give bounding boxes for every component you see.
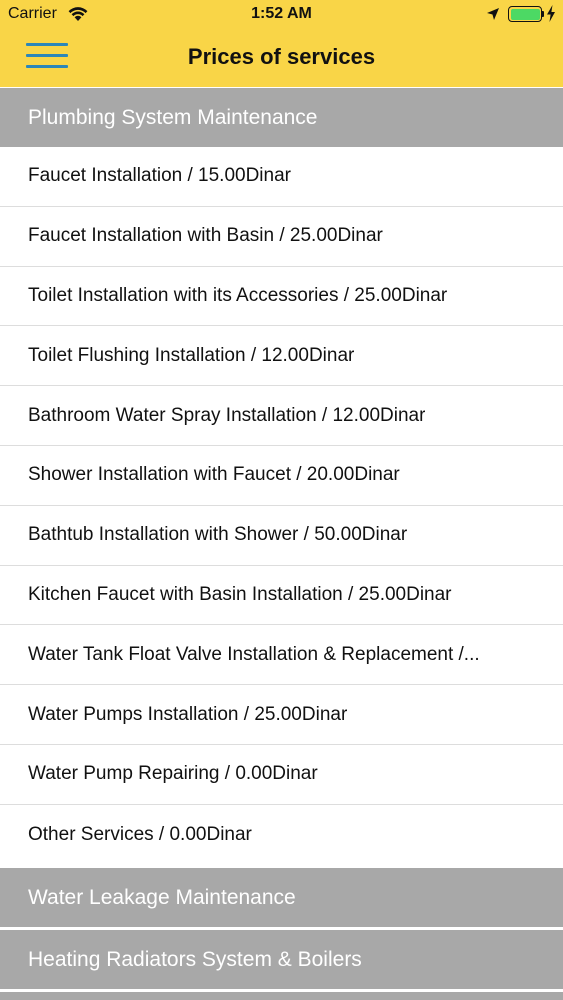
navigation-bar: Carrier 1:52 AM Prices of services [0,0,563,87]
list-item[interactable]: Bathroom Water Spray Installation / 12.0… [0,386,563,446]
section-title: Heating Radiators System & Boilers [28,947,362,971]
battery-tip [542,11,544,17]
carrier-name: Carrier [8,5,57,22]
list-item[interactable]: Water Pumps Installation / 25.00Dinar [0,685,563,745]
list-item[interactable]: Other Services / 0.00Dinar [0,805,563,865]
section-plumbing-system-maintenance[interactable]: Plumbing System Maintenance [0,88,563,147]
list-item[interactable]: Toilet Flushing Installation / 12.00Dina… [0,326,563,387]
hamburger-menu-icon[interactable] [26,43,70,69]
section-title: Plumbing System Maintenance [28,105,318,129]
section-partially-visible[interactable] [0,992,563,1000]
list-item[interactable]: Shower Installation with Faucet / 20.00D… [0,446,563,506]
list-item[interactable]: Water Pump Repairing / 0.00Dinar [0,745,563,805]
section-title: Water Leakage Maintenance [28,885,296,909]
list-item[interactable]: Kitchen Faucet with Basin Installation /… [0,566,563,626]
location-arrow-icon [487,8,499,20]
service-price-list: Faucet Installation / 15.00Dinar Faucet … [0,147,563,865]
page-title: Prices of services [187,44,376,69]
battery-icon [508,6,542,22]
section-water-leakage-maintenance[interactable]: Water Leakage Maintenance [0,868,563,927]
section-heating-radiators-system-boilers[interactable]: Heating Radiators System & Boilers [0,930,563,989]
list-item[interactable]: Bathtub Installation with Shower / 50.00… [0,506,563,566]
list-item[interactable]: Faucet Installation with Basin / 25.00Di… [0,207,563,267]
list-item[interactable]: Toilet Installation with its Accessories… [0,267,563,327]
status-bar: Carrier 1:52 AM [0,0,563,30]
wifi-icon [68,7,88,21]
list-item[interactable]: Faucet Installation / 15.00Dinar [0,147,563,207]
charging-bolt-icon [547,5,555,22]
list-item[interactable]: Water Tank Float Valve Installation & Re… [0,625,563,686]
